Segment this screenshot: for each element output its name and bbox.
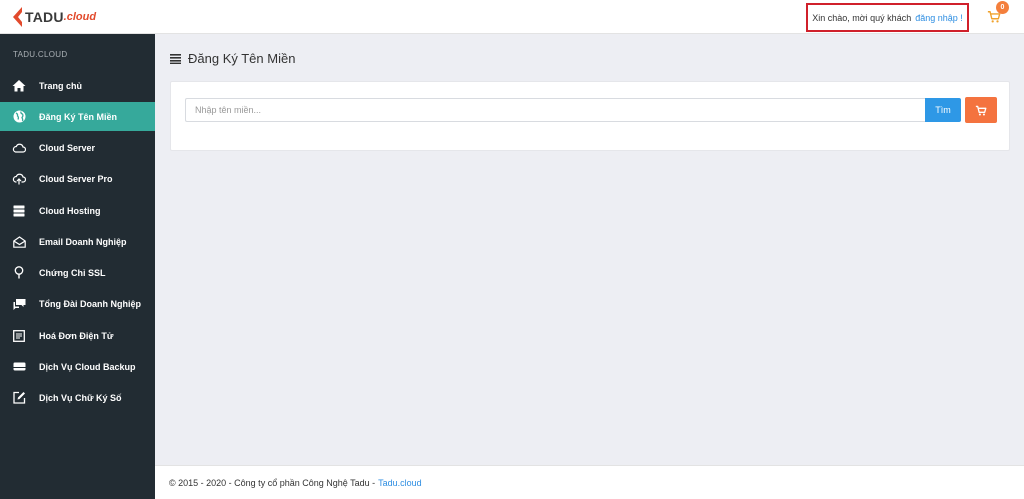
footer-link[interactable]: Tadu.cloud: [378, 478, 422, 488]
footer-copyright: © 2015 - 2020 - Công ty cổ phần Công Ngh…: [169, 477, 376, 488]
add-to-cart-button[interactable]: [965, 97, 997, 123]
sidebar-item-label: Cloud Server Pro: [39, 173, 113, 184]
home-icon: [12, 79, 26, 93]
page-header: Đăng Ký Tên Miền: [170, 51, 295, 66]
greeting-box: Xin chào, mời quý khách đăng nhập !: [806, 3, 969, 32]
cloud-icon: [12, 141, 26, 155]
sidebar-title: TADU.CLOUD: [13, 50, 68, 59]
sidebar-item-label: Cloud Hosting: [39, 205, 101, 216]
sidebar-item-label: Email Doanh Nghiệp: [39, 236, 127, 247]
sidebar: TADU.CLOUD Trang chủ Đăng Ký Tên Miền Cl…: [0, 34, 155, 499]
sidebar-item-call-center[interactable]: Tổng Đài Doanh Nghiệp: [0, 289, 155, 318]
sidebar-item-label: Tổng Đài Doanh Nghiệp: [39, 298, 141, 309]
sidebar-item-email[interactable]: Email Doanh Nghiệp: [0, 227, 155, 256]
domain-search-card: Tìm: [170, 81, 1010, 151]
chat-icon: [12, 297, 26, 311]
cart-icon: [975, 105, 987, 116]
sidebar-item-invoice[interactable]: Hoá Đơn Điện Tử: [0, 321, 155, 350]
sidebar-item-cloud-server-pro[interactable]: Cloud Server Pro: [0, 164, 155, 193]
envelope-open-icon: [12, 235, 26, 249]
edit-icon: [12, 391, 26, 405]
drive-icon: [12, 360, 26, 374]
sidebar-item-label: Chứng Chỉ SSL: [39, 267, 106, 278]
sidebar-item-cloud-server[interactable]: Cloud Server: [0, 133, 155, 162]
sidebar-item-cloud-backup[interactable]: Dịch Vụ Cloud Backup: [0, 352, 155, 381]
logo[interactable]: TADU .cloud: [13, 7, 96, 27]
sidebar-item-label: Đăng Ký Tên Miền: [39, 111, 118, 122]
logo-text: TADU: [25, 9, 64, 25]
globe-icon: [12, 110, 26, 124]
logo-suffix: .cloud: [63, 11, 97, 23]
domain-search-input[interactable]: [185, 98, 925, 122]
server-stack-icon: [12, 204, 26, 218]
bulb-icon: [12, 266, 26, 280]
document-icon: [12, 329, 26, 343]
search-button[interactable]: Tìm: [925, 98, 961, 122]
sidebar-item-label: Trang chủ: [39, 80, 83, 91]
logo-arrow-icon: [13, 7, 22, 27]
sidebar-item-digital-signature[interactable]: Dịch Vụ Chữ Ký Số: [0, 383, 155, 412]
page-title: Đăng Ký Tên Miền: [188, 51, 296, 66]
sidebar-item-label: Dịch Vụ Cloud Backup: [39, 361, 136, 372]
sidebar-item-label: Hoá Đơn Điện Tử: [39, 330, 114, 341]
sidebar-item-label: Dịch Vụ Chữ Ký Số: [39, 392, 122, 403]
cart-count-badge: 0: [996, 1, 1009, 14]
sidebar-item-domain[interactable]: Đăng Ký Tên Miền: [0, 102, 155, 131]
greeting-text: Xin chào, mời quý khách: [812, 12, 912, 23]
top-bar: TADU .cloud Xin chào, mời quý khách đăng…: [0, 0, 1024, 34]
sidebar-item-home[interactable]: Trang chủ: [0, 71, 155, 100]
list-icon: [170, 54, 181, 64]
sidebar-item-cloud-hosting[interactable]: Cloud Hosting: [0, 196, 155, 225]
login-link[interactable]: đăng nhập !: [915, 13, 963, 23]
sidebar-item-label: Cloud Server: [39, 142, 96, 153]
sidebar-item-ssl[interactable]: Chứng Chỉ SSL: [0, 258, 155, 287]
footer: © 2015 - 2020 - Công ty cổ phần Công Ngh…: [155, 465, 1024, 499]
cloud-upload-icon: [12, 172, 26, 186]
